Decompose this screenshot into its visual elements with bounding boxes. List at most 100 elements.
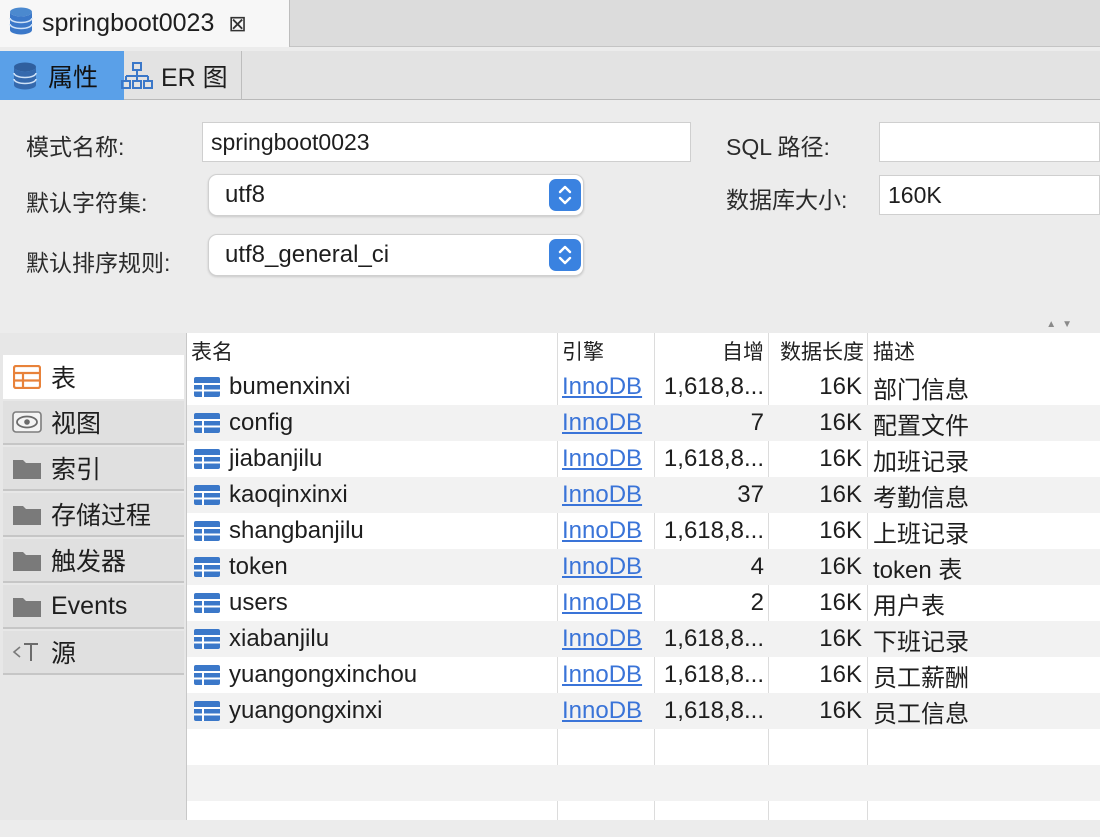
column-header-comment[interactable]: 描述 <box>873 333 1093 368</box>
table-row[interactable]: bumenxinxi InnoDB 1,618,8... 16K 部门信息 <box>187 369 1100 405</box>
nav-item-label: 存储过程 <box>51 502 152 530</box>
editor-tab-strip: springboot0023 ⊠ <box>0 0 1100 47</box>
auto-increment-cell: 1,618,8... <box>663 697 764 724</box>
comment-cell: 员工薪酬 <box>873 664 969 692</box>
nav-item-indexes[interactable]: 索引 <box>3 447 184 491</box>
nav-item-events[interactable]: Events <box>3 585 184 629</box>
comment-cell: token 表 <box>873 556 963 584</box>
column-header-engine[interactable]: 引擎 <box>562 333 652 368</box>
tables-grid: 表名 引擎 自增 数据长度 描述 bumenxinxi InnoDB 1,618,8… <box>186 333 1100 820</box>
nav-item-label: Events <box>51 591 128 620</box>
charset-value: utf8 <box>225 181 266 208</box>
comment-cell: 用户表 <box>873 592 945 620</box>
collation-select[interactable]: utf8_general_ci <box>208 234 584 276</box>
table-name: yuangongxinchou <box>229 661 418 688</box>
table-name-cell: xiabanjilu <box>193 621 557 657</box>
nav-item-procedures[interactable]: 存储过程 <box>3 493 184 537</box>
charset-label: 默认字符集: <box>26 190 148 216</box>
table-name: yuangongxinxi <box>229 697 383 724</box>
sql-path-field[interactable] <box>879 122 1100 162</box>
engine-link[interactable]: InnoDB <box>562 441 654 477</box>
chevron-updown-icon <box>549 239 581 271</box>
table-icon <box>193 664 221 686</box>
engine-link[interactable]: InnoDB <box>562 369 654 405</box>
table-row[interactable]: config InnoDB 7 16K 配置文件 <box>187 405 1100 441</box>
engine-link[interactable]: InnoDB <box>562 549 654 585</box>
auto-increment-cell: 4 <box>750 553 764 580</box>
tab-properties-label: 属性 <box>48 63 99 92</box>
editor-tab-title: springboot0023 <box>42 9 215 37</box>
table-name: jiabanjilu <box>229 445 323 472</box>
table-row[interactable]: shangbanjilu InnoDB 1,618,8... 16K 上班记录 <box>187 513 1100 549</box>
table-icon <box>193 592 221 614</box>
auto-increment-cell: 1,618,8... <box>663 373 764 400</box>
comment-cell: 加班记录 <box>873 448 969 476</box>
comment-cell: 部门信息 <box>873 376 969 404</box>
database-icon <box>8 6 34 41</box>
folder-icon <box>11 502 43 526</box>
nav-item-label: 表 <box>51 365 77 393</box>
collapse-arrows-icon[interactable]: ▲▼ <box>1046 319 1078 330</box>
schema-properties-form: 模式名称: springboot0023 默认字符集: utf8 默认排序规则:… <box>0 101 1100 333</box>
eye-icon <box>11 411 43 433</box>
table-name-cell: yuangongxinxi <box>193 693 557 729</box>
engine-link[interactable]: InnoDB <box>562 513 654 549</box>
table-row[interactable]: xiabanjilu InnoDB 1,618,8... 16K 下班记录 <box>187 621 1100 657</box>
nav-item-source[interactable]: 源 <box>3 631 184 675</box>
comment-cell: 考勤信息 <box>873 484 969 512</box>
nav-item-triggers[interactable]: 触发器 <box>3 539 184 583</box>
table-icon <box>193 412 221 434</box>
data-length-cell: 16K <box>819 697 862 724</box>
nav-item-label: 索引 <box>51 456 102 484</box>
folder-icon <box>11 548 43 572</box>
table-name-cell: users <box>193 585 557 621</box>
auto-increment-cell: 1,618,8... <box>663 661 764 688</box>
table-row[interactable]: yuangongxinchou InnoDB 1,618,8... 16K 员工薪酬 <box>187 657 1100 693</box>
tab-er-diagram[interactable]: ER 图 <box>113 51 242 100</box>
charset-select[interactable]: utf8 <box>208 174 584 216</box>
tab-properties[interactable]: 属性 <box>0 51 124 100</box>
nav-item-views[interactable]: 视图 <box>3 401 184 445</box>
table-name: kaoqinxinxi <box>229 481 348 508</box>
object-type-nav: 表 视图 索引 存储过程 触发器 Events 源 <box>0 333 186 820</box>
schema-name-label: 模式名称: <box>26 134 125 160</box>
table-row[interactable]: jiabanjilu InnoDB 1,618,8... 16K 加班记录 <box>187 441 1100 477</box>
table-row[interactable]: yuangongxinxi InnoDB 1,618,8... 16K 员工信息 <box>187 693 1100 729</box>
engine-link[interactable]: InnoDB <box>562 621 654 657</box>
table-row[interactable]: token InnoDB 4 16K token 表 <box>187 549 1100 585</box>
nav-item-tables[interactable]: 表 <box>3 355 184 399</box>
table-row[interactable]: users InnoDB 2 16K 用户表 <box>187 585 1100 621</box>
engine-link[interactable]: InnoDB <box>562 405 654 441</box>
comment-cell: 上班记录 <box>873 520 969 548</box>
table-icon <box>193 700 221 722</box>
table-name-cell: bumenxinxi <box>193 369 557 405</box>
engine-link[interactable]: InnoDB <box>562 477 654 513</box>
engine-link[interactable]: InnoDB <box>562 657 654 693</box>
table-icon <box>193 484 221 506</box>
close-icon[interactable]: ⊠ <box>228 11 246 37</box>
table-icon <box>11 365 43 389</box>
column-header-auto-increment[interactable]: 自增 <box>656 333 766 368</box>
table-name: xiabanjilu <box>229 625 330 652</box>
editor-tab[interactable]: springboot0023 ⊠ <box>0 0 290 47</box>
table-name: bumenxinxi <box>229 373 351 400</box>
table-icon <box>193 628 221 650</box>
nav-item-label: 触发器 <box>51 548 127 576</box>
table-name-cell: shangbanjilu <box>193 513 557 549</box>
engine-link[interactable]: InnoDB <box>562 693 654 729</box>
chevron-updown-icon <box>549 179 581 211</box>
table-row[interactable]: kaoqinxinxi InnoDB 37 16K 考勤信息 <box>187 477 1100 513</box>
column-header-name[interactable]: 表名 <box>191 333 551 368</box>
engine-link[interactable]: InnoDB <box>562 585 654 621</box>
database-icon <box>12 61 38 91</box>
folder-icon <box>11 456 43 480</box>
schema-name-field[interactable]: springboot0023 <box>202 122 691 162</box>
table-name-cell: kaoqinxinxi <box>193 477 557 513</box>
table-name-cell: config <box>193 405 557 441</box>
data-length-cell: 16K <box>819 445 862 472</box>
empty-row <box>187 801 1100 837</box>
table-icon <box>193 520 221 542</box>
auto-increment-cell: 37 <box>737 481 764 508</box>
column-header-data-length[interactable]: 数据长度 <box>770 333 866 368</box>
sql-path-label: SQL 路径: <box>726 134 830 160</box>
